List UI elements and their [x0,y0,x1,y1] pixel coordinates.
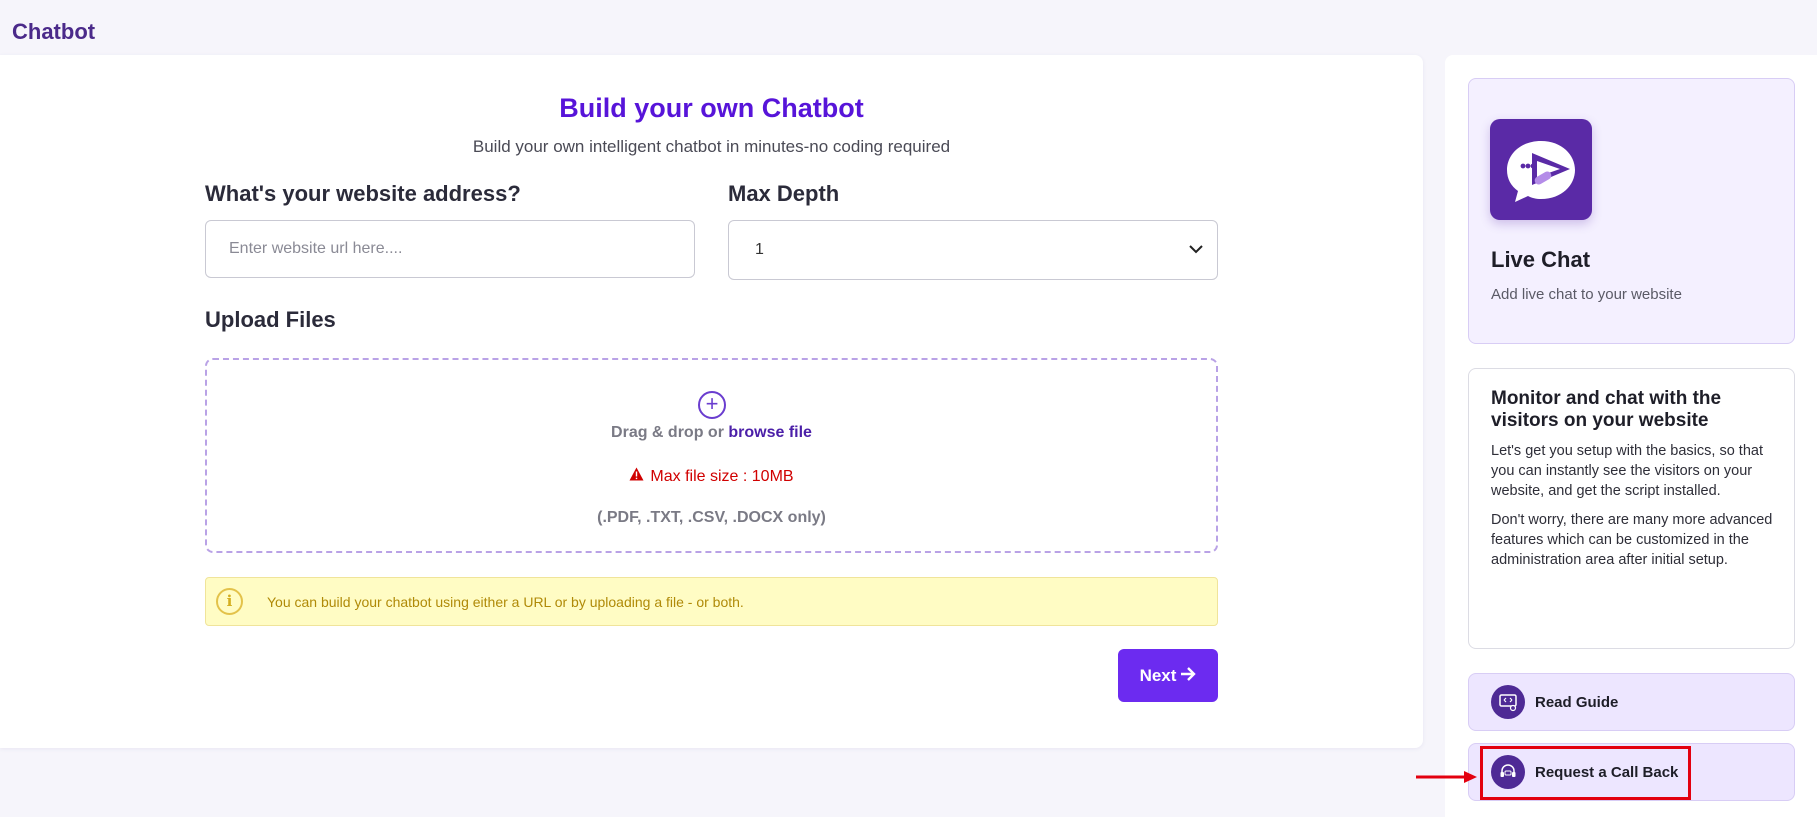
read-guide-label: Read Guide [1535,693,1619,711]
drag-drop-text: Drag & drop or browse file [207,424,1216,442]
drag-drop-label: Drag & drop or [611,424,724,441]
depth-label: Max Depth [728,181,840,206]
chevron-down-icon [1189,241,1203,259]
plus-circle-icon[interactable]: + [698,391,726,419]
max-file-size: Max file size : 10MB [207,467,1216,486]
live-chat-subtitle: Add live chat to your website [1491,286,1682,303]
annotation-arrow-icon [1416,771,1477,783]
max-size-label: Max file size : 10MB [650,468,794,485]
builder-card: Build your own Chatbot Build your own in… [0,55,1423,748]
guide-icon [1491,685,1525,719]
allowed-formats: (.PDF, .TXT, .CSV, .DOCX only) [597,509,826,526]
url-label: What's your website address? [205,181,521,206]
read-guide-button[interactable]: Read Guide [1468,673,1795,731]
file-dropzone[interactable]: + Drag & drop or browse file Max file si… [205,358,1218,553]
arrow-right-icon [1180,666,1197,686]
next-button[interactable]: Next [1118,649,1218,702]
monitor-paragraph-1: Let's get you setup with the basics, so … [1491,443,1763,499]
info-text: You can build your chatbot using either … [267,593,744,610]
website-url-input[interactable] [205,220,695,278]
monitor-paragraph-2: Don't worry, there are many more advance… [1491,512,1773,568]
max-depth-select[interactable]: 1 [728,220,1218,280]
upload-label: Upload Files [205,307,336,332]
live-chat-logo-icon [1490,119,1592,220]
monitor-title: Monitor and chat with the visitors on yo… [1491,388,1722,431]
live-chat-card: Live Chat Add live chat to your website [1468,78,1795,344]
sidebar: Live Chat Add live chat to your website … [1445,55,1817,817]
page-title: Chatbot [12,19,96,44]
annotation-highlight-box [1480,746,1691,800]
info-icon: i [216,588,243,615]
builder-heading: Build your own Chatbot [559,93,864,123]
warning-icon [629,467,644,485]
next-label: Next [1139,665,1177,685]
live-chat-title: Live Chat [1491,247,1591,272]
info-banner: i You can build your chatbot using eithe… [205,577,1218,626]
browse-file-link[interactable]: browse file [728,424,812,441]
max-depth-value: 1 [755,241,764,258]
monitor-card: Monitor and chat with the visitors on yo… [1468,368,1795,649]
builder-subheading: Build your own intelligent chatbot in mi… [472,137,951,156]
